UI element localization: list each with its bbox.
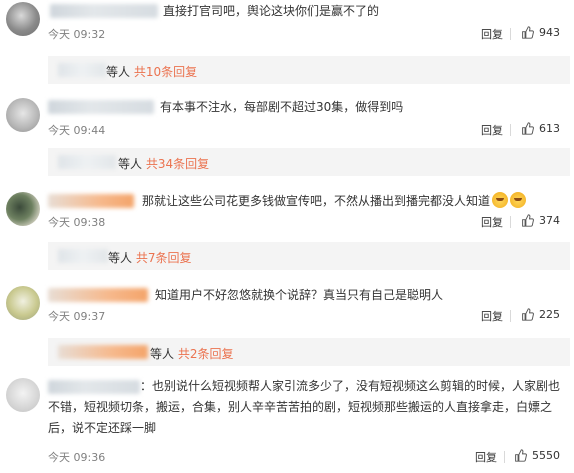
comment-time: 今天 09:36 — [48, 451, 106, 464]
comment-item: 知道用户不好忽悠就换个说辞？真当只有自己是聪明人 今天 09:37 回复 225… — [0, 282, 574, 368]
redacted-usernames — [58, 249, 108, 263]
reply-thread[interactable]: 等人 共7条回复 — [48, 242, 570, 270]
divider — [510, 28, 511, 40]
thumbs-up-icon — [522, 214, 534, 227]
avatar[interactable] — [6, 192, 40, 226]
redacted-usernames — [58, 345, 148, 359]
like-button[interactable]: 374 — [521, 214, 560, 227]
cat-face-emoji — [510, 192, 527, 208]
thumbs-up-icon — [522, 308, 534, 321]
comment-time: 今天 09:32 — [48, 28, 106, 41]
comment-text: 有本事不注水，每部剧不超过30集，做得到吗 — [160, 100, 404, 114]
avatar[interactable] — [6, 286, 40, 320]
reply-button[interactable]: 回复 — [481, 26, 503, 42]
comment-text: ：也别说什么短视频帮人家引流多少了，没有短视频这么剪辑的时候，人家剧也不错，短视… — [48, 379, 561, 435]
divider — [510, 310, 511, 322]
redacted-usernames — [58, 155, 116, 169]
avatar[interactable] — [6, 2, 40, 36]
comment-item: ：也别说什么短视频帮人家引流多少了，没有短视频这么剪辑的时候，人家剧也不错，短视… — [0, 374, 574, 473]
divider — [510, 124, 511, 136]
like-count: 943 — [539, 26, 560, 39]
comment-item: 直接打官司吧，舆论这块你们是赢不了的 今天 09:32 回复 943 等人 共1… — [0, 0, 574, 86]
avatar[interactable] — [6, 98, 40, 132]
redacted-usernames — [58, 63, 106, 77]
thumbs-up-icon — [522, 26, 534, 39]
reply-thread[interactable]: 等人 共34条回复 — [48, 148, 570, 176]
view-replies-link[interactable]: 共2条回复 — [178, 347, 234, 361]
reply-button[interactable]: 回复 — [475, 449, 497, 465]
comment-time: 今天 09:38 — [48, 216, 106, 229]
avatar[interactable] — [6, 378, 40, 412]
reply-button[interactable]: 回复 — [481, 308, 503, 324]
like-count: 374 — [539, 214, 560, 227]
comment-item: 有本事不注水，每部剧不超过30集，做得到吗 今天 09:44 回复 613 等人… — [0, 96, 574, 182]
cat-face-emoji — [492, 192, 509, 208]
reply-thread[interactable]: 等人 共10条回复 — [48, 56, 570, 84]
divider — [504, 451, 505, 463]
like-button[interactable]: 613 — [521, 122, 560, 135]
comment-text: 知道用户不好忽悠就换个说辞？真当只有自己是聪明人 — [155, 288, 444, 302]
thread-suffix: 等人 — [150, 347, 178, 361]
reply-button[interactable]: 回复 — [481, 214, 503, 230]
view-replies-link[interactable]: 共10条回复 — [134, 65, 197, 79]
like-count: 613 — [539, 122, 560, 135]
thread-suffix: 等人 — [108, 251, 136, 265]
redacted-username — [48, 194, 134, 208]
comment-time: 今天 09:37 — [48, 310, 106, 323]
like-button[interactable]: 943 — [521, 26, 560, 39]
redacted-username — [50, 4, 158, 18]
view-replies-link[interactable]: 共34条回复 — [146, 157, 209, 171]
comment-item: 那就让这些公司花更多钱做宣传吧，不然从播出到播完都没人知道 今天 09:38 回… — [0, 188, 574, 274]
comment-text: 那就让这些公司花更多钱做宣传吧，不然从播出到播完都没人知道 — [142, 192, 527, 210]
redacted-username — [48, 288, 148, 302]
like-count: 225 — [539, 308, 560, 321]
thread-suffix: 等人 — [118, 157, 146, 171]
divider — [510, 216, 511, 228]
redacted-username — [48, 100, 154, 114]
like-count: 5550 — [532, 449, 560, 462]
thumbs-up-icon — [515, 449, 527, 462]
like-button[interactable]: 5550 — [514, 449, 560, 462]
thumbs-up-icon — [522, 122, 534, 135]
thread-suffix: 等人 — [106, 65, 134, 79]
comment-time: 今天 09:44 — [48, 124, 106, 137]
like-button[interactable]: 225 — [521, 308, 560, 321]
view-replies-link[interactable]: 共7条回复 — [136, 251, 192, 265]
comment-text: 直接打官司吧，舆论这块你们是赢不了的 — [163, 4, 380, 18]
reply-thread[interactable]: 等人 共2条回复 — [48, 338, 570, 366]
reply-button[interactable]: 回复 — [481, 122, 503, 138]
